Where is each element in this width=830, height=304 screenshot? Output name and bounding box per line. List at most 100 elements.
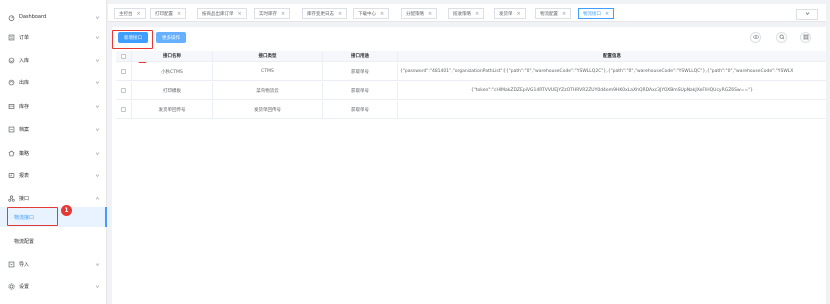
inventory-icon: [8, 103, 15, 110]
row-checkbox[interactable]: [121, 88, 126, 93]
close-icon[interactable]: ×: [475, 11, 479, 17]
tab-label: 揽收策略: [453, 11, 471, 17]
sidebar-item-label: 策略: [19, 150, 30, 157]
chevron-down-icon: [94, 126, 100, 132]
cell-name: 发货单回传号: [132, 101, 213, 118]
sidebar-subitem-logistics-interface[interactable]: 物流接口: [0, 207, 107, 227]
cell-usage: 获取单号: [323, 101, 398, 118]
close-icon[interactable]: ×: [517, 11, 521, 17]
grid-icon: [803, 34, 809, 42]
column-header-config[interactable]: 配置信息: [398, 51, 826, 61]
table-header: 接口名称 接口类型 接口用途 配置信息: [116, 51, 826, 62]
chevron-down-icon: [805, 11, 810, 18]
tabs-more-button[interactable]: [796, 9, 818, 20]
sidebar-item-outbound[interactable]: 出库: [0, 72, 107, 92]
tab-pickup-strategy[interactable]: 揽收策略 ×: [448, 8, 485, 19]
close-icon[interactable]: ×: [605, 11, 609, 17]
sidebar-item-report[interactable]: 报表: [0, 165, 107, 185]
column-header-usage[interactable]: 接口用途: [323, 51, 398, 61]
tab-realtime-inventory[interactable]: 实时库存 ×: [254, 8, 291, 19]
tab-dashboard[interactable]: 主控台 ×: [114, 8, 146, 19]
sidebar-item-archive[interactable]: 档案: [0, 119, 107, 139]
table-row[interactable]: 打印模板 菜鸟物流云 获取单号 {"token":"cHlMakZDZEpiVG…: [116, 82, 826, 100]
cell-config: {"password":"481401","organizationPathLi…: [400, 69, 794, 74]
sidebar: Dashboard 订单 入库 出库 库存 档案 策略 报表 接口 物流接口 物…: [0, 0, 107, 304]
sidebar-subitem-logistics-config[interactable]: 物流配置: [0, 231, 107, 251]
tab-download-center[interactable]: 下载中心 ×: [353, 8, 390, 19]
sidebar-item-interface[interactable]: 接口: [0, 188, 107, 208]
sidebar-subitem-label: 物流配置: [14, 238, 35, 245]
sidebar-item-strategy[interactable]: 策略: [0, 143, 107, 163]
column-header-type[interactable]: 接口类型: [213, 51, 323, 61]
tab-allocation-strategy[interactable]: 分配策略 ×: [401, 8, 438, 19]
import-icon: [8, 261, 15, 268]
tab-label: 物流接口: [583, 11, 601, 17]
strategy-icon: [8, 150, 15, 157]
dashboard-icon: [8, 14, 15, 21]
row-checkbox[interactable]: [121, 107, 126, 112]
cell-usage: 获取单号: [323, 82, 398, 99]
tabs-bar: 主控台 × 打印配置 × 按商品出库订单 × 实时库存 × 库存变更日志 × 下载中心 × …: [108, 4, 826, 22]
sidebar-item-label: 设置: [19, 283, 30, 290]
sidebar-item-label: 接口: [19, 195, 30, 202]
tab-print-config[interactable]: 打印配置 ×: [150, 8, 187, 19]
search-icon: [779, 34, 785, 42]
close-icon[interactable]: ×: [428, 11, 432, 17]
select-all-checkbox[interactable]: [121, 53, 126, 59]
tab-order-by-product[interactable]: 按商品出库订单 ×: [197, 8, 247, 19]
sidebar-item-settings[interactable]: 设置: [0, 276, 107, 296]
tab-delivery-order[interactable]: 发货单 ×: [494, 8, 526, 19]
inbound-icon: [8, 57, 15, 64]
close-icon[interactable]: ×: [380, 11, 384, 17]
sidebar-item-inventory[interactable]: 库存: [0, 96, 107, 116]
sidebar-item-order[interactable]: 订单: [0, 27, 107, 47]
sidebar-item-label: 导入: [19, 261, 30, 268]
column-header-name[interactable]: 接口名称: [132, 51, 213, 61]
table-row[interactable]: 发货单回传号 发货单回传号 获取单号: [116, 101, 826, 119]
chevron-down-icon: [94, 283, 100, 289]
sidebar-item-dashboard[interactable]: Dashboard: [0, 7, 107, 27]
tab-label: 按商品出库订单: [202, 11, 234, 17]
tab-label: 打印配置: [155, 11, 173, 17]
close-icon[interactable]: ×: [137, 11, 141, 17]
more-actions-button[interactable]: 更多操作: [156, 32, 186, 43]
tab-inventory-log[interactable]: 库存变更日志 ×: [302, 8, 348, 19]
close-icon[interactable]: ×: [562, 11, 566, 17]
close-icon[interactable]: ×: [177, 11, 181, 17]
sidebar-item-inbound[interactable]: 入库: [0, 50, 107, 70]
cell-name: 打印模板: [132, 82, 213, 99]
chevron-down-icon: [94, 261, 100, 267]
outbound-icon: [8, 79, 15, 86]
cell-type: 菜鸟物流云: [213, 82, 323, 99]
row-select-cell[interactable]: [116, 101, 132, 118]
cell-config: [398, 101, 826, 118]
tab-label: 库存变更日志: [307, 11, 334, 17]
tab-label: 实时库存: [259, 11, 277, 17]
tab-label: 发货单: [499, 11, 513, 17]
sidebar-item-label: 出库: [19, 79, 30, 86]
close-icon[interactable]: ×: [338, 11, 342, 17]
row-select-cell[interactable]: [116, 82, 132, 99]
row-checkbox[interactable]: [121, 69, 126, 74]
cell-type: CTMS: [213, 63, 323, 80]
cell-config: {"token":"cHlMakZDZEpiVG14RTVVUEJYZzOTHR…: [470, 88, 754, 93]
close-icon[interactable]: ×: [238, 11, 242, 17]
sidebar-item-label: 报表: [19, 172, 30, 179]
tab-label: 下载中心: [358, 11, 376, 17]
table-row[interactable]: 小秋CTMS CTMS 获取单号 {"password":"481401","o…: [116, 63, 826, 81]
chevron-down-icon: [94, 79, 100, 85]
sidebar-item-import[interactable]: 导入: [0, 254, 107, 274]
row-select-cell[interactable]: [116, 63, 132, 80]
column-settings-button[interactable]: [800, 32, 811, 43]
tab-logistics-config[interactable]: 物流配置 ×: [535, 8, 572, 19]
add-interface-button[interactable]: 新增接口: [118, 32, 148, 43]
report-icon: [8, 172, 15, 179]
sidebar-item-label: Dashboard: [19, 14, 47, 20]
search-button[interactable]: [776, 32, 787, 43]
toggle-search-button[interactable]: [750, 32, 761, 43]
close-icon[interactable]: ×: [281, 11, 285, 17]
sidebar-item-label: 库存: [19, 103, 30, 110]
cell-name: 小秋CTMS: [132, 63, 213, 80]
select-all-cell[interactable]: [116, 51, 132, 61]
tab-logistics-interface[interactable]: 物流接口 ×: [578, 8, 615, 19]
